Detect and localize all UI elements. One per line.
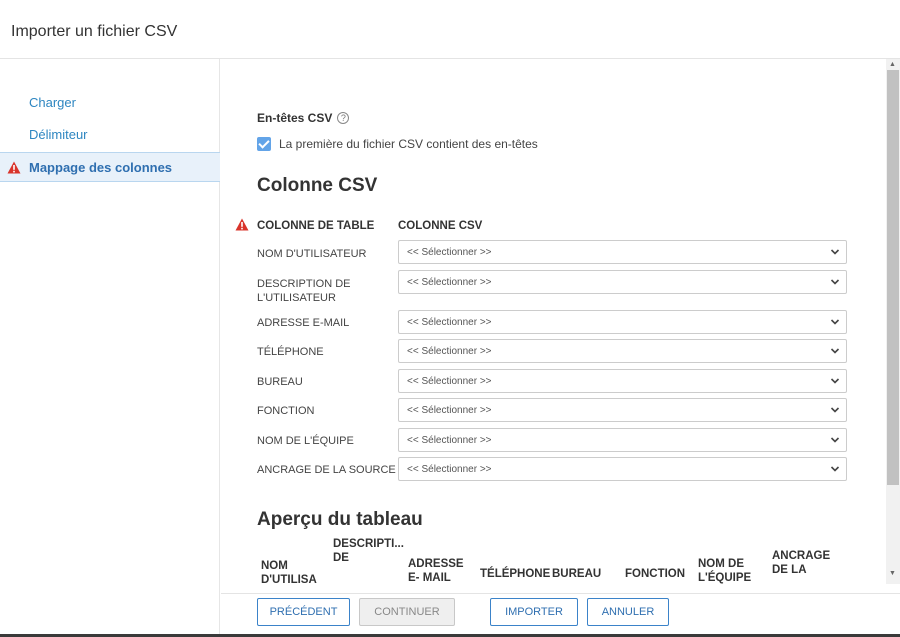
select-value: << Sélectionner >>	[407, 404, 492, 416]
csv-column-select[interactable]: << Sélectionner >>	[398, 369, 847, 393]
warning-icon	[235, 218, 249, 231]
wizard-footer: PRÉCÉDENT CONTINUER IMPORTER ANNULER	[221, 593, 900, 637]
scroll-up-icon[interactable]: ▲	[889, 61, 896, 68]
mapping-row-label: FONCTION	[257, 405, 315, 417]
mapping-row-label: DESCRIPTION DE L'UTILISATEUR	[257, 278, 351, 304]
preview-column-header: ANCRAGE DE LA	[772, 550, 831, 576]
chevron-down-icon	[830, 249, 840, 255]
csv-column-select[interactable]: << Sélectionner >>	[398, 457, 847, 481]
csv-column-select[interactable]: << Sélectionner >>	[398, 398, 847, 422]
chevron-down-icon	[830, 378, 840, 384]
dialog-title: Importer un fichier CSV	[11, 23, 178, 40]
sidebar-item-label: Mappage des colonnes	[29, 159, 173, 175]
csv-column-select[interactable]: << Sélectionner >>	[398, 339, 847, 363]
chevron-down-icon	[830, 319, 840, 325]
continue-button[interactable]: CONTINUER	[359, 598, 455, 626]
csv-headers-label: En-têtes CSV	[257, 111, 333, 125]
mapping-row-label: NOM D'UTILISATEUR	[257, 248, 367, 260]
preview-column-header: NOM DE L'ÉQUIPE	[698, 558, 752, 584]
help-icon[interactable]: ?	[337, 112, 350, 124]
mapping-row-label: NOM DE L'ÉQUIPE	[257, 435, 354, 447]
chevron-down-icon	[830, 437, 840, 443]
headers-checkbox-row[interactable]: La première du fichier CSV contient des …	[257, 137, 538, 151]
previous-button[interactable]: PRÉCÉDENT	[257, 598, 350, 626]
select-value: << Sélectionner >>	[407, 316, 492, 328]
csv-column-select[interactable]: << Sélectionner >>	[398, 428, 847, 452]
csv-column-select[interactable]: << Sélectionner >>	[398, 310, 847, 334]
csv-column-select[interactable]: << Sélectionner >>	[398, 270, 847, 294]
sidebar-item-delimiteur[interactable]: Délimiteur	[0, 119, 219, 149]
chevron-down-icon	[830, 466, 840, 472]
select-value: << Sélectionner >>	[407, 276, 492, 288]
import-button[interactable]: IMPORTER	[490, 598, 578, 626]
main-content: En-têtes CSV ? La première du fichier CS…	[221, 59, 886, 593]
chevron-down-icon	[830, 279, 840, 285]
preview-column-header: ADRESSE E- MAIL	[408, 558, 464, 584]
sidebar-item-label: Charger	[29, 94, 76, 110]
headers-checkbox[interactable]	[257, 137, 271, 151]
preview-column-header: TÉLÉPHONE	[480, 568, 551, 580]
headers-checkbox-label: La première du fichier CSV contient des …	[279, 137, 538, 151]
column-header-table: COLONNE DE TABLE	[257, 220, 375, 232]
preview-column-header: FONCTION	[625, 568, 686, 580]
mapping-row-label: ANCRAGE DE LA SOURCE	[257, 464, 396, 476]
cancel-button[interactable]: ANNULER	[587, 598, 669, 626]
sidebar-item-charger[interactable]: Charger	[0, 87, 219, 117]
csv-column-select[interactable]: << Sélectionner >>	[398, 240, 847, 264]
wizard-sidebar: Charger Délimiteur Mappage des colonnes	[0, 59, 220, 637]
mapping-title: Colonne CSV	[257, 175, 378, 196]
select-value: << Sélectionner >>	[407, 434, 492, 446]
sidebar-item-label: Délimiteur	[29, 126, 88, 142]
csv-headers-section: En-têtes CSV ?	[257, 111, 350, 125]
mapping-row-label: TÉLÉPHONE	[257, 346, 324, 358]
preview-title: Aperçu du tableau	[257, 509, 423, 530]
select-value: << Sélectionner >>	[407, 345, 492, 357]
scroll-down-icon[interactable]: ▼	[889, 570, 896, 577]
preview-column-header: NOM D'UTILISA	[261, 560, 317, 586]
chevron-down-icon	[830, 348, 840, 354]
sidebar-item-mappage[interactable]: Mappage des colonnes	[0, 152, 220, 182]
mapping-row-label: BUREAU	[257, 376, 303, 388]
scrollbar-thumb[interactable]	[887, 70, 899, 485]
select-value: << Sélectionner >>	[407, 246, 492, 258]
column-header-csv: COLONNE CSV	[398, 220, 483, 232]
warning-icon	[7, 161, 21, 173]
mapping-row-label: ADRESSE E-MAIL	[257, 317, 350, 329]
select-value: << Sélectionner >>	[407, 375, 492, 387]
preview-column-header: BUREAU	[552, 568, 602, 580]
chevron-down-icon	[830, 407, 840, 413]
select-value: << Sélectionner >>	[407, 463, 492, 475]
preview-column-header: DESCRIPTI... DE	[333, 538, 404, 564]
